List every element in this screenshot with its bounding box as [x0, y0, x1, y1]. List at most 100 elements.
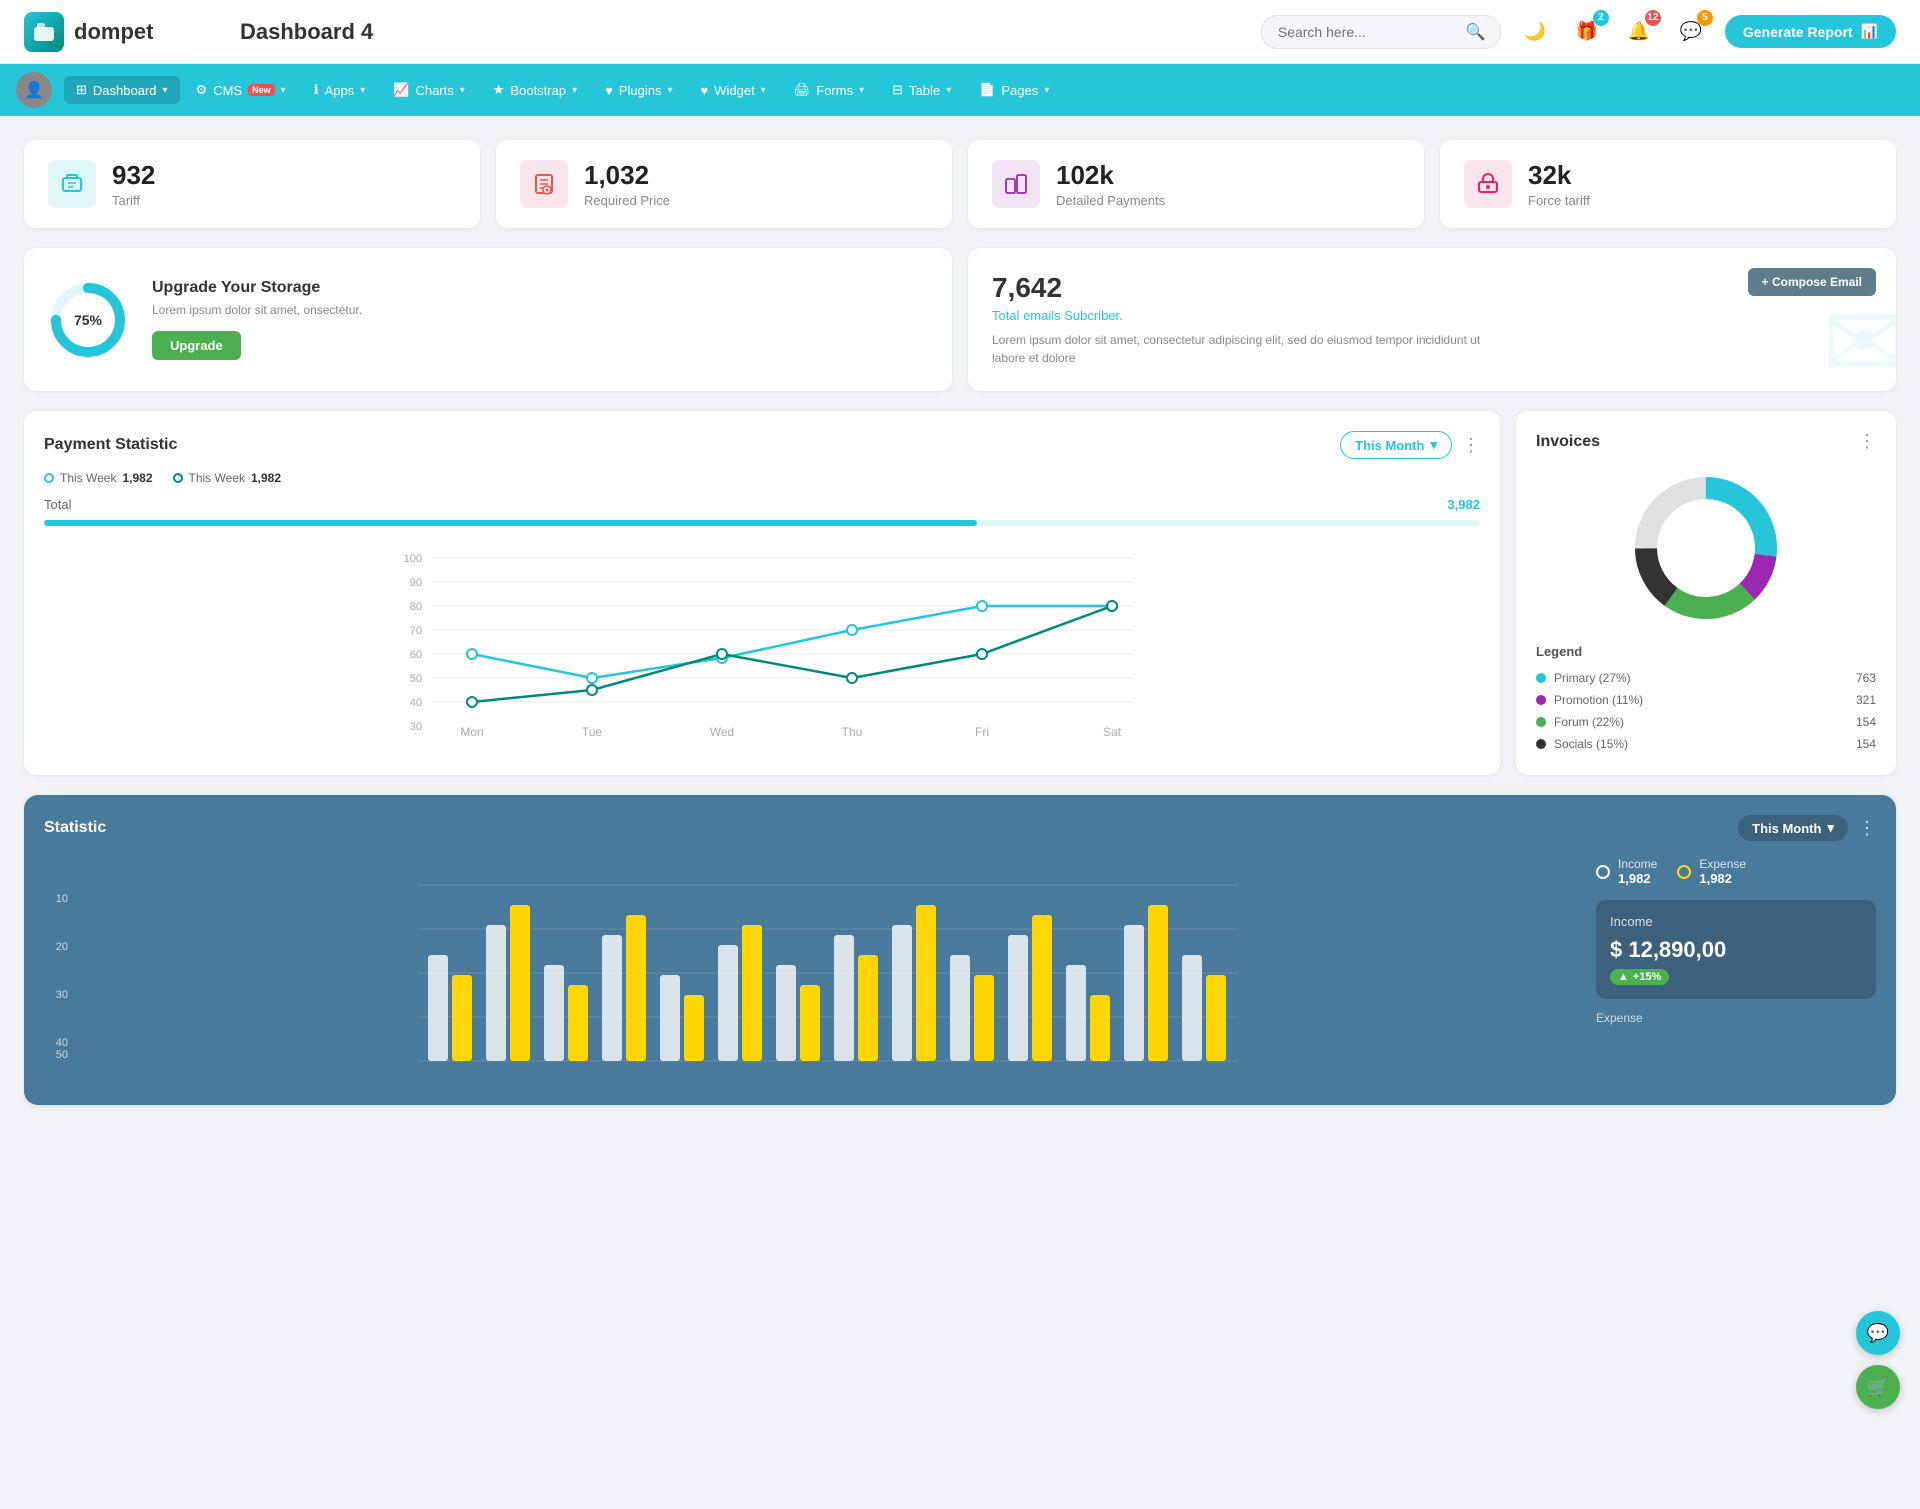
force-tariff-number: 32k: [1528, 160, 1590, 191]
gift-icon-btn[interactable]: 🎁 2: [1569, 14, 1605, 50]
invoices-legend: Legend Primary (27%) 763 Promotion (11%)…: [1536, 644, 1876, 755]
line-chart-container: 100 90 80 70 60 50 40 30: [44, 538, 1480, 743]
inv-value-primary: 763: [1856, 671, 1876, 685]
chevron-down-icon-charts: ▾: [460, 85, 465, 96]
invoices-header: Invoices ⋮: [1536, 431, 1876, 452]
income-badge: ▲ +15%: [1610, 969, 1669, 985]
nav-label-plugins: Plugins: [619, 83, 662, 98]
legend-title: Legend: [1536, 644, 1876, 659]
detailed-payments-label: Detailed Payments: [1056, 193, 1165, 208]
chat-btn[interactable]: 💬 5: [1673, 14, 1709, 50]
nav-item-plugins[interactable]: ♥ Plugins ▾: [593, 77, 684, 104]
required-price-label: Required Price: [584, 193, 670, 208]
chevron-down-icon-apps: ▾: [360, 85, 365, 96]
legend-label-2: This Week: [189, 471, 245, 485]
bar-y-label-50: 50: [44, 1049, 68, 1061]
nav-label-forms: Forms: [816, 83, 853, 98]
nav-label-dashboard: Dashboard: [93, 83, 157, 98]
statistic-more-icon[interactable]: ⋮: [1858, 818, 1876, 839]
payment-statistic-card: Payment Statistic This Month ▾ ⋮ This We…: [24, 411, 1500, 775]
nav-label-apps: Apps: [325, 83, 355, 98]
svg-text:Mon: Mon: [460, 725, 483, 738]
this-month-button[interactable]: This Month ▾: [1340, 431, 1452, 459]
required-price-number: 1,032: [584, 160, 670, 191]
tariff-icon: [48, 160, 96, 208]
nav-label-charts: Charts: [415, 83, 453, 98]
income-box-amount: $ 12,890,00: [1610, 937, 1862, 963]
inv-value-socials: 154: [1856, 737, 1876, 751]
search-input[interactable]: [1278, 24, 1458, 40]
theme-toggle-btn[interactable]: 🌙: [1517, 14, 1553, 50]
legend-label-1: This Week: [60, 471, 116, 485]
bar-chart-svg: [76, 865, 1580, 1085]
cart-fab[interactable]: 🛒: [1856, 1365, 1900, 1409]
nav-item-charts[interactable]: 📈 Charts ▾: [381, 76, 477, 104]
detailed-payments-number: 102k: [1056, 160, 1165, 191]
detailed-payments-icon: [992, 160, 1040, 208]
chevron-down-icon-forms: ▾: [859, 85, 864, 96]
invoices-donut-svg: [1626, 468, 1786, 628]
support-fab[interactable]: 💬: [1856, 1311, 1900, 1355]
chevron-down-icon-table: ▾: [946, 85, 951, 96]
inv-dot-primary: [1536, 673, 1546, 683]
chart-controls: This Month ▾ ⋮: [1340, 431, 1480, 459]
line-chart-svg: 100 90 80 70 60 50 40 30: [44, 538, 1480, 738]
inv-legend-item-0: Primary (27%) 763: [1536, 667, 1876, 689]
progress-bar: [44, 520, 1480, 526]
more-options-icon[interactable]: ⋮: [1462, 435, 1480, 456]
statistic-this-month-button[interactable]: This Month ▾: [1738, 815, 1848, 841]
nav-item-apps[interactable]: ℹ Apps ▾: [302, 76, 378, 104]
legend-dot-1: [44, 473, 54, 483]
nav-item-forms[interactable]: 🖨 Forms ▾: [782, 76, 876, 104]
gift-badge: 2: [1593, 10, 1609, 26]
nav-item-pages[interactable]: 📄 Pages ▾: [967, 76, 1061, 104]
cms-icon: ⚙: [196, 82, 208, 98]
chart-header: Payment Statistic This Month ▾ ⋮: [44, 431, 1480, 459]
statistic-controls: This Month ▾ ⋮: [1738, 815, 1876, 841]
statistic-section: Statistic This Month ▾ ⋮ 50 40 30 20 10: [24, 795, 1896, 1105]
legend-value-2: 1,982: [251, 471, 281, 485]
upgrade-button[interactable]: Upgrade: [152, 331, 241, 360]
nav-item-widget[interactable]: ♥ Widget ▾: [689, 77, 778, 104]
svg-text:60: 60: [410, 649, 422, 661]
expense-value: 1,982: [1699, 871, 1746, 886]
plugins-icon: ♥: [605, 83, 613, 98]
bar-y-label-30: 30: [44, 989, 68, 1001]
widget-icon: ♥: [701, 83, 709, 98]
bar-y-label-20: 20: [44, 941, 68, 953]
svg-text:30: 30: [410, 721, 422, 733]
email-bg-icon: ✉: [1822, 284, 1896, 391]
nav-label-cms: CMS: [213, 83, 242, 98]
chevron-down-icon-month: ▾: [1430, 437, 1437, 453]
email-card: + Compose Email 7,642 Total emails Subcr…: [968, 248, 1896, 391]
inc-exp-row: Income 1,982 Expense 1,982: [1596, 857, 1876, 886]
nav-item-cms[interactable]: ⚙ CMS New ▾: [184, 76, 298, 104]
income-badge-value: +15%: [1633, 971, 1661, 983]
inv-legend-item-3: Socials (15%) 154: [1536, 733, 1876, 755]
invoices-card: Invoices ⋮ Legend: [1516, 411, 1896, 775]
svg-text:70: 70: [410, 625, 422, 637]
inv-legend-item-2: Forum (22%) 154: [1536, 711, 1876, 733]
svg-text:Thu: Thu: [842, 725, 863, 738]
chevron-down-icon-widget: ▾: [761, 85, 766, 96]
stat-card-force-tariff: 32k Force tariff: [1440, 140, 1896, 228]
notification-btn[interactable]: 🔔 12: [1621, 14, 1657, 50]
nav-item-table[interactable]: ⊟ Table ▾: [880, 76, 963, 104]
legend-item-2: This Week 1,982: [173, 471, 282, 485]
email-count: 7,642: [992, 272, 1872, 304]
email-description: Lorem ipsum dolor sit amet, consectetur …: [992, 331, 1492, 367]
bootstrap-icon: ★: [493, 82, 505, 98]
nav-item-dashboard[interactable]: ⊞ Dashboard ▾: [64, 76, 180, 104]
storage-title: Upgrade Your Storage: [152, 279, 362, 297]
nav-label-table: Table: [909, 83, 940, 98]
storage-text: Upgrade Your Storage Lorem ipsum dolor s…: [152, 279, 362, 360]
logo-area: dompet: [24, 12, 204, 52]
income-box: Income $ 12,890,00 ▲ +15%: [1596, 900, 1876, 999]
apps-icon: ℹ: [314, 82, 319, 98]
legend-value-1: 1,982: [122, 471, 152, 485]
inv-dot-socials: [1536, 739, 1546, 749]
invoices-more-icon[interactable]: ⋮: [1858, 431, 1876, 452]
generate-report-button[interactable]: Generate Report 📊: [1725, 15, 1896, 48]
chevron-down-icon-pages: ▾: [1044, 85, 1049, 96]
nav-item-bootstrap[interactable]: ★ Bootstrap ▾: [481, 76, 589, 104]
